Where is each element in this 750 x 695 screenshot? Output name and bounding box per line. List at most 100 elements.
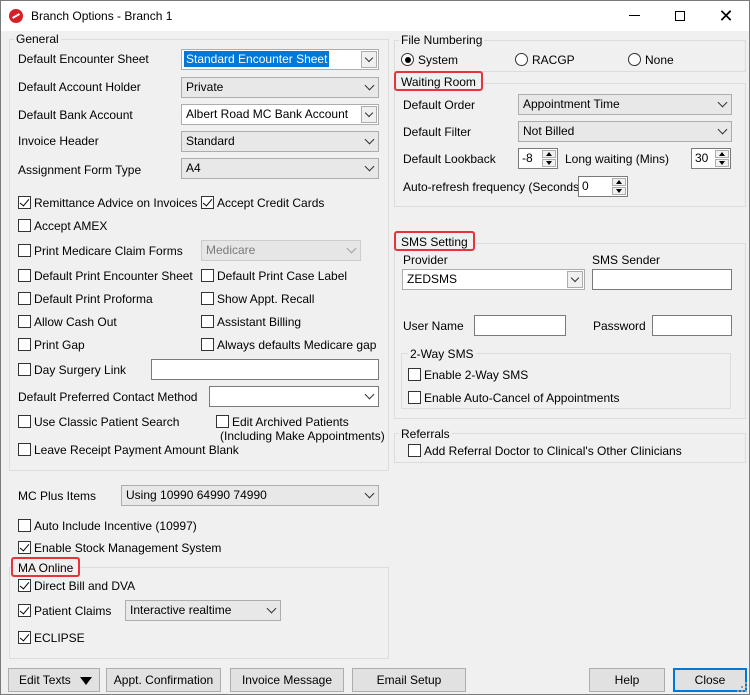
enable-stock-management-checkbox[interactable] [18, 541, 31, 554]
use-classic-patient-search-checkbox[interactable] [18, 415, 31, 428]
patient-claims-label: Patient Claims [34, 604, 112, 618]
accept-credit-cards-label: Accept Credit Cards [217, 196, 325, 210]
default-print-case-label-label: Default Print Case Label [217, 269, 348, 283]
chevron-down-icon [361, 51, 377, 68]
enable-two-way-sms-label: Enable 2-Way SMS [424, 368, 529, 382]
close-button[interactable]: Close [673, 668, 747, 692]
auto-include-incentive-label: Auto Include Incentive (10997) [34, 519, 197, 533]
sms-user-name-label: User Name [403, 319, 464, 333]
file-numbering-system-label: System [418, 53, 459, 67]
help-button[interactable]: Help [589, 668, 665, 692]
sms-provider-label: Provider [403, 253, 448, 267]
show-appt-recall-label: Show Appt. Recall [217, 292, 315, 306]
chevron-down-icon [717, 97, 728, 108]
default-print-case-label-checkbox[interactable] [201, 269, 214, 282]
sms-provider-select[interactable]: ZEDSMS [402, 269, 585, 290]
auto-refresh-value: 0 [582, 179, 589, 193]
long-waiting-value: 30 [695, 151, 709, 165]
allow-cash-out-checkbox[interactable] [18, 315, 31, 328]
default-preferred-contact-select[interactable] [209, 386, 379, 407]
mc-plus-items-select[interactable]: Using 10990 64990 74990 [121, 485, 379, 506]
chevron-down-icon [346, 243, 357, 254]
always-defaults-medicare-gap-checkbox[interactable] [201, 338, 214, 351]
ma-online-legend: MA Online [11, 557, 81, 577]
file-numbering-none-label: None [645, 53, 674, 67]
file-numbering-racgp-label: RACGP [532, 53, 575, 67]
sms-user-name-input[interactable] [474, 315, 566, 336]
default-preferred-contact-label: Default Preferred Contact Method [18, 390, 198, 404]
day-surgery-link-checkbox[interactable] [18, 363, 31, 376]
default-filter-label: Default Filter [403, 125, 472, 139]
sms-sender-input[interactable] [592, 269, 732, 290]
accept-amex-checkbox[interactable] [18, 219, 31, 232]
close-window-button[interactable]: ✕ [703, 1, 749, 31]
default-lookback-label: Default Lookback [403, 152, 496, 166]
maximize-button[interactable] [657, 1, 703, 31]
enable-two-way-sms-checkbox[interactable] [408, 368, 421, 381]
remittance-advice-checkbox[interactable] [18, 196, 31, 209]
invoice-header-value: Standard [186, 134, 235, 148]
minimize-button[interactable] [611, 1, 657, 31]
edit-texts-button[interactable]: Edit Texts [8, 668, 100, 692]
day-surgery-link-input[interactable] [151, 359, 379, 380]
auto-include-incentive-checkbox[interactable] [18, 519, 31, 532]
sms-sender-label: SMS Sender [592, 253, 661, 267]
eclipse-checkbox[interactable] [18, 631, 31, 644]
assignment-form-type-select[interactable]: A4 [181, 158, 379, 179]
default-print-encounter-sheet-checkbox[interactable] [18, 269, 31, 282]
sms-password-input[interactable] [652, 315, 732, 336]
invoice-message-button[interactable]: Invoice Message [230, 668, 344, 692]
spinner-arrows-icon[interactable] [715, 150, 729, 167]
default-account-holder-label: Default Account Holder [18, 80, 141, 94]
patient-claims-mode-select[interactable]: Interactive realtime [125, 600, 281, 621]
print-medicare-claim-forms-label: Print Medicare Claim Forms [34, 244, 183, 258]
file-numbering-system-radio[interactable] [401, 53, 414, 66]
minimize-icon [628, 15, 640, 17]
accept-credit-cards-checkbox[interactable] [201, 196, 214, 209]
spinner-arrows-icon[interactable] [612, 178, 626, 195]
default-order-value: Appointment Time [523, 97, 620, 111]
direct-bill-dva-label: Direct Bill and DVA [34, 579, 136, 593]
spinner-arrows-icon[interactable] [542, 150, 556, 167]
leave-receipt-blank-label: Leave Receipt Payment Amount Blank [34, 443, 239, 457]
default-filter-select[interactable]: Not Billed [518, 121, 732, 142]
direct-bill-dva-checkbox[interactable] [18, 579, 31, 592]
default-print-encounter-sheet-label: Default Print Encounter Sheet [34, 269, 193, 283]
default-lookback-value: -8 [522, 151, 533, 165]
file-numbering-legend: File Numbering [399, 33, 485, 47]
referrals-legend: Referrals [399, 427, 452, 441]
assistant-billing-checkbox[interactable] [201, 315, 214, 328]
default-bank-account-select[interactable]: Albert Road MC Bank Account [181, 104, 379, 125]
default-print-proforma-checkbox[interactable] [18, 292, 31, 305]
invoice-header-select[interactable]: Standard [181, 131, 379, 152]
patient-claims-checkbox[interactable] [18, 604, 31, 617]
show-appt-recall-checkbox[interactable] [201, 292, 214, 305]
edit-archived-patients-checkbox[interactable] [216, 415, 229, 428]
auto-refresh-spinner[interactable]: 0 [578, 176, 628, 197]
add-referral-doctor-checkbox[interactable] [408, 444, 421, 457]
appt-confirmation-button[interactable]: Appt. Confirmation [106, 668, 221, 692]
chevron-down-icon [266, 603, 277, 614]
default-encounter-sheet-select[interactable]: Standard Encounter Sheet [181, 49, 379, 70]
medicare-form-value: Medicare [206, 243, 256, 257]
leave-receipt-blank-checkbox[interactable] [18, 443, 31, 456]
medicare-form-select[interactable]: Medicare [201, 240, 361, 261]
print-gap-checkbox[interactable] [18, 338, 31, 351]
mc-plus-items-label: MC Plus Items [18, 489, 97, 503]
file-numbering-racgp-radio[interactable] [515, 53, 528, 66]
default-bank-account-label: Default Bank Account [18, 108, 133, 122]
sms-password-label: Password [593, 319, 646, 333]
long-waiting-spinner[interactable]: 30 [691, 148, 731, 169]
branch-options-window: Branch Options - Branch 1 ✕ General Defa… [0, 0, 750, 695]
print-medicare-claim-forms-checkbox[interactable] [18, 244, 31, 257]
default-lookback-spinner[interactable]: -8 [518, 148, 558, 169]
email-setup-button[interactable]: Email Setup [352, 668, 466, 692]
maximize-icon [675, 10, 685, 21]
default-account-holder-select[interactable]: Private [181, 77, 379, 98]
default-filter-value: Not Billed [523, 124, 575, 138]
assignment-form-type-label: Assignment Form Type [18, 163, 142, 177]
resize-grip-icon[interactable] [737, 682, 747, 692]
file-numbering-none-radio[interactable] [628, 53, 641, 66]
enable-auto-cancel-checkbox[interactable] [408, 391, 421, 404]
default-order-select[interactable]: Appointment Time [518, 94, 732, 115]
